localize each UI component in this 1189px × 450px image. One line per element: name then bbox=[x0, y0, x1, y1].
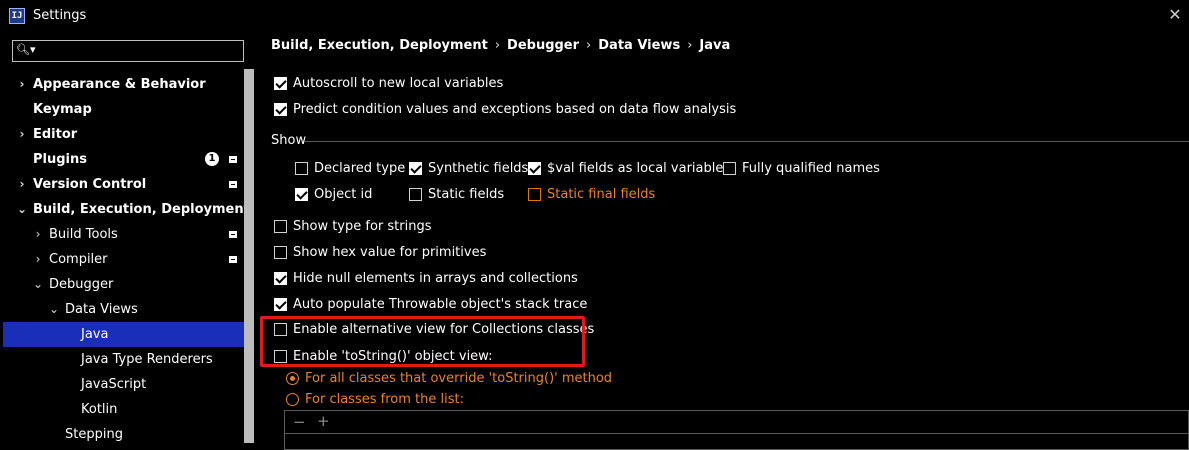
show-type-strings-label: Show type for strings bbox=[293, 219, 432, 234]
breadcrumb-item[interactable]: Debugger bbox=[507, 38, 579, 53]
radio-all-classes bbox=[286, 372, 299, 385]
section-divider bbox=[305, 141, 1189, 142]
object-id-checkbox[interactable] bbox=[295, 188, 308, 201]
sidebar-item-javascript[interactable]: JavaScript bbox=[0, 372, 244, 397]
radio-class-list bbox=[286, 393, 299, 406]
hide-null-checkbox[interactable] bbox=[274, 272, 287, 285]
object-id-label: Object id bbox=[314, 187, 373, 202]
breadcrumb-separator: › bbox=[494, 38, 501, 53]
fully-qualified-checkbox[interactable] bbox=[723, 162, 736, 175]
auto-populate-checkbox[interactable] bbox=[274, 298, 287, 311]
chevron-right-icon: › bbox=[19, 177, 25, 191]
project-settings-icon bbox=[229, 231, 237, 238]
show-hex-label: Show hex value for primitives bbox=[293, 245, 487, 260]
sidebar-item-keymap[interactable]: Keymap bbox=[0, 97, 244, 122]
annotation-highlight-box bbox=[260, 316, 585, 367]
val-fields-label: $val fields as local variables bbox=[547, 161, 731, 176]
sidebar-item-label: JavaScript bbox=[81, 377, 147, 392]
sidebar-item-appearance-behavior[interactable]: › Appearance & Behavior bbox=[0, 72, 244, 97]
breadcrumb-item[interactable]: Build, Execution, Deployment bbox=[271, 38, 488, 53]
sidebar-item-label: Version Control bbox=[33, 177, 147, 192]
sidebar-item-label: Editor bbox=[33, 127, 78, 142]
sidebar-item-label: Build, Execution, Deployment bbox=[33, 202, 250, 217]
show-type-strings-checkbox[interactable] bbox=[274, 220, 287, 233]
remove-icon: − bbox=[293, 413, 306, 431]
intellij-app-icon: IJ bbox=[9, 8, 25, 24]
sidebar-item-data-views[interactable]: ⌄ Data Views bbox=[0, 297, 244, 322]
chevron-right-icon: › bbox=[19, 77, 25, 91]
show-section-title: Show bbox=[271, 133, 307, 148]
search-icon: 🔍︎▾ bbox=[16, 43, 36, 56]
sidebar-item-build-execution-deployment[interactable]: ⌄ Build, Execution, Deployment bbox=[0, 197, 250, 222]
fully-qualified-label: Fully qualified names bbox=[742, 161, 880, 176]
static-fields-checkbox[interactable] bbox=[409, 188, 422, 201]
breadcrumb-item[interactable]: Data Views bbox=[598, 38, 680, 53]
close-icon[interactable]: ✕ bbox=[1166, 6, 1184, 24]
declared-type-checkbox[interactable] bbox=[295, 162, 308, 175]
sidebar-item-label: Plugins bbox=[33, 152, 87, 167]
synthetic-fields-checkbox[interactable] bbox=[409, 162, 422, 175]
sidebar-item-label: Java bbox=[81, 327, 109, 342]
synthetic-fields-label: Synthetic fields bbox=[428, 161, 529, 176]
predict-checkbox[interactable] bbox=[274, 103, 287, 116]
sidebar-item-compiler[interactable]: › Compiler bbox=[0, 247, 244, 272]
class-list-panel: − + bbox=[284, 410, 1189, 450]
predict-label: Predict condition values and exceptions … bbox=[293, 102, 737, 117]
update-count-badge: 1 bbox=[205, 152, 219, 166]
sidebar-item-plugins[interactable]: Plugins 1 bbox=[0, 147, 244, 172]
sidebar-item-stepping[interactable]: Stepping bbox=[0, 422, 244, 447]
breadcrumb-separator: › bbox=[586, 38, 592, 53]
settings-sidebar: 🔍︎▾ › Appearance & Behavior Keymap › Edi… bbox=[0, 34, 255, 443]
project-settings-icon bbox=[229, 181, 237, 188]
chevron-right-icon: › bbox=[35, 252, 41, 266]
sidebar-item-build-tools[interactable]: › Build Tools bbox=[0, 222, 244, 247]
sidebar-item-label: Keymap bbox=[33, 102, 92, 117]
chevron-down-icon: ⌄ bbox=[17, 202, 28, 216]
val-fields-checkbox[interactable] bbox=[528, 162, 541, 175]
chevron-down-icon: ⌄ bbox=[33, 277, 44, 291]
breadcrumb-item: Java bbox=[699, 38, 731, 53]
window-title: Settings bbox=[33, 8, 87, 23]
static-fields-label: Static fields bbox=[428, 187, 505, 202]
auto-populate-label: Auto populate Throwable object's stack t… bbox=[293, 297, 588, 312]
sidebar-item-label: Java Type Renderers bbox=[81, 352, 213, 367]
sidebar-item-java-type-renderers[interactable]: Java Type Renderers bbox=[0, 347, 244, 372]
chevron-right-icon: › bbox=[35, 227, 41, 241]
radio-class-list-label: For classes from the list: bbox=[305, 392, 464, 407]
list-toolbar-divider bbox=[285, 433, 1188, 434]
settings-content: Build, Execution, Deployment › Debugger › Da… bbox=[255, 34, 1189, 450]
sidebar-item-label: Stepping bbox=[65, 427, 123, 442]
autoscroll-label: Autoscroll to new local variables bbox=[293, 76, 504, 91]
title-bar: IJ Settings ✕ bbox=[0, 0, 1189, 34]
sidebar-item-label: Data Views bbox=[65, 302, 138, 317]
sidebar-item-editor[interactable]: › Editor bbox=[0, 122, 244, 147]
hide-null-label: Hide null elements in arrays and collect… bbox=[293, 271, 578, 286]
sidebar-item-java[interactable]: Java bbox=[3, 322, 244, 347]
sidebar-item-kotlin[interactable]: Kotlin bbox=[0, 397, 244, 422]
sidebar-item-version-control[interactable]: › Version Control bbox=[0, 172, 244, 197]
project-settings-icon bbox=[229, 256, 237, 263]
static-final-fields-label: Static final fields bbox=[547, 187, 656, 202]
sidebar-item-label: Build Tools bbox=[49, 227, 118, 242]
show-hex-checkbox[interactable] bbox=[274, 246, 287, 259]
search-input[interactable]: 🔍︎▾ bbox=[12, 40, 244, 62]
sidebar-item-label: Debugger bbox=[49, 277, 114, 292]
sidebar-item-label: Kotlin bbox=[81, 402, 118, 417]
sidebar-item-label: Appearance & Behavior bbox=[33, 77, 206, 92]
breadcrumb-separator: › bbox=[687, 38, 693, 53]
breadcrumb: Build, Execution, Deployment › Debugger › Da… bbox=[271, 38, 730, 53]
radio-all-classes-label: For all classes that override 'toString(… bbox=[305, 371, 613, 386]
chevron-right-icon: › bbox=[19, 127, 25, 141]
declared-type-label: Declared type bbox=[314, 161, 406, 176]
sidebar-item-debugger[interactable]: ⌄ Debugger bbox=[0, 272, 244, 297]
sidebar-scrollbar[interactable] bbox=[244, 69, 254, 443]
project-settings-icon bbox=[229, 156, 237, 163]
sidebar-item-label: Compiler bbox=[49, 252, 108, 267]
autoscroll-checkbox[interactable] bbox=[274, 77, 287, 90]
add-icon: + bbox=[317, 412, 330, 430]
chevron-down-icon: ⌄ bbox=[49, 302, 60, 316]
static-final-fields-checkbox bbox=[528, 188, 541, 201]
